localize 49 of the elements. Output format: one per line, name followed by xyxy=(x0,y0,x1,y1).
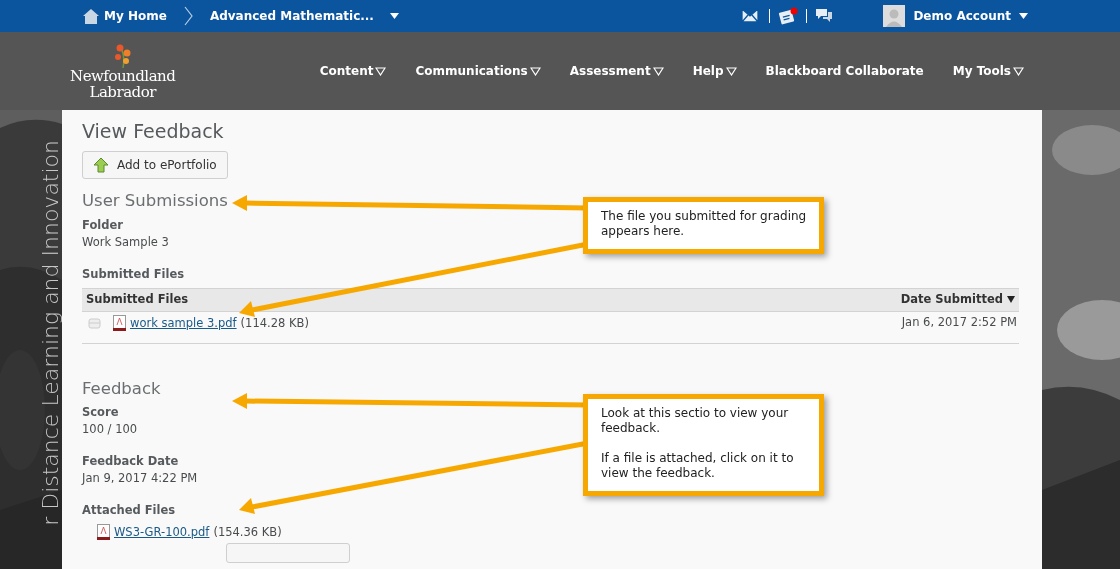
field-value: 100 / 100 xyxy=(82,421,138,437)
home-icon[interactable] xyxy=(82,7,100,25)
flower-icon xyxy=(112,42,133,68)
field-label: Score xyxy=(82,404,119,420)
pdf-file-icon xyxy=(97,524,110,541)
nav-menu[interactable]: Content xyxy=(319,62,387,80)
dropdown-icon xyxy=(1013,66,1024,76)
updates-icon[interactable] xyxy=(778,7,799,25)
field-label: Folder xyxy=(82,217,123,233)
file-link[interactable]: WS3-GR-100.pdf xyxy=(114,523,210,542)
field-label: Attached Files xyxy=(82,502,176,518)
chevron-icon xyxy=(182,6,194,26)
nav-menu[interactable]: My Tools xyxy=(952,62,1024,80)
envelope-icon xyxy=(88,316,101,330)
file-link[interactable]: work sample 3.pdf xyxy=(130,314,237,333)
field-value: Work Sample 3 xyxy=(82,234,169,250)
page-title: View Feedback xyxy=(82,120,224,143)
section-heading: Feedback xyxy=(82,378,161,399)
logo-text: Newfoundland xyxy=(70,68,176,84)
nav-menu[interactable]: Help xyxy=(692,62,737,80)
course-link[interactable]: Advanced Mathematic... xyxy=(209,7,374,25)
caret-icon[interactable] xyxy=(389,13,399,19)
callout-text: Look at this sectio to view your feedback. xyxy=(601,406,790,436)
up-arrow-icon xyxy=(93,156,109,173)
home-link[interactable]: My Home xyxy=(104,7,167,25)
table-cell: Jan 6, 2017 2:52 PM xyxy=(901,314,1017,330)
logo-text: Labrador xyxy=(89,84,156,100)
nav-menu[interactable]: Blackboard Collaborate xyxy=(765,62,924,80)
nav-menu[interactable]: Communications xyxy=(415,62,541,80)
field-value: Jan 9, 2017 4:22 PM xyxy=(82,470,198,486)
account-menu[interactable]: Demo Account xyxy=(913,7,1011,25)
column-header[interactable]: Date Submitted xyxy=(900,291,1015,309)
section-heading: User Submissions xyxy=(82,190,228,211)
dropdown-icon xyxy=(725,66,737,76)
field-label: Feedback Date xyxy=(82,453,179,469)
dropdown-icon xyxy=(375,66,387,76)
callout-text: The file you submitted for grading appears here. xyxy=(601,209,808,239)
caret-icon[interactable] xyxy=(1019,13,1028,19)
file-size: (154.36 KB) xyxy=(213,524,282,540)
pdf-file-icon xyxy=(113,315,126,332)
dropdown-icon xyxy=(529,66,541,76)
field-label: Submitted Files xyxy=(82,266,185,282)
dropdown-icon xyxy=(652,66,664,76)
file-size: (114.28 KB) xyxy=(240,315,309,331)
add-to-portfolio-button[interactable]: Add to ePortfolio xyxy=(82,150,228,179)
callout-text: If a file is attached, click on it to view the feedback. xyxy=(601,451,795,481)
column-header[interactable]: Submitted Files xyxy=(86,291,189,309)
avatar-icon[interactable] xyxy=(883,5,906,27)
nav-menu[interactable]: Assessment xyxy=(569,62,664,80)
